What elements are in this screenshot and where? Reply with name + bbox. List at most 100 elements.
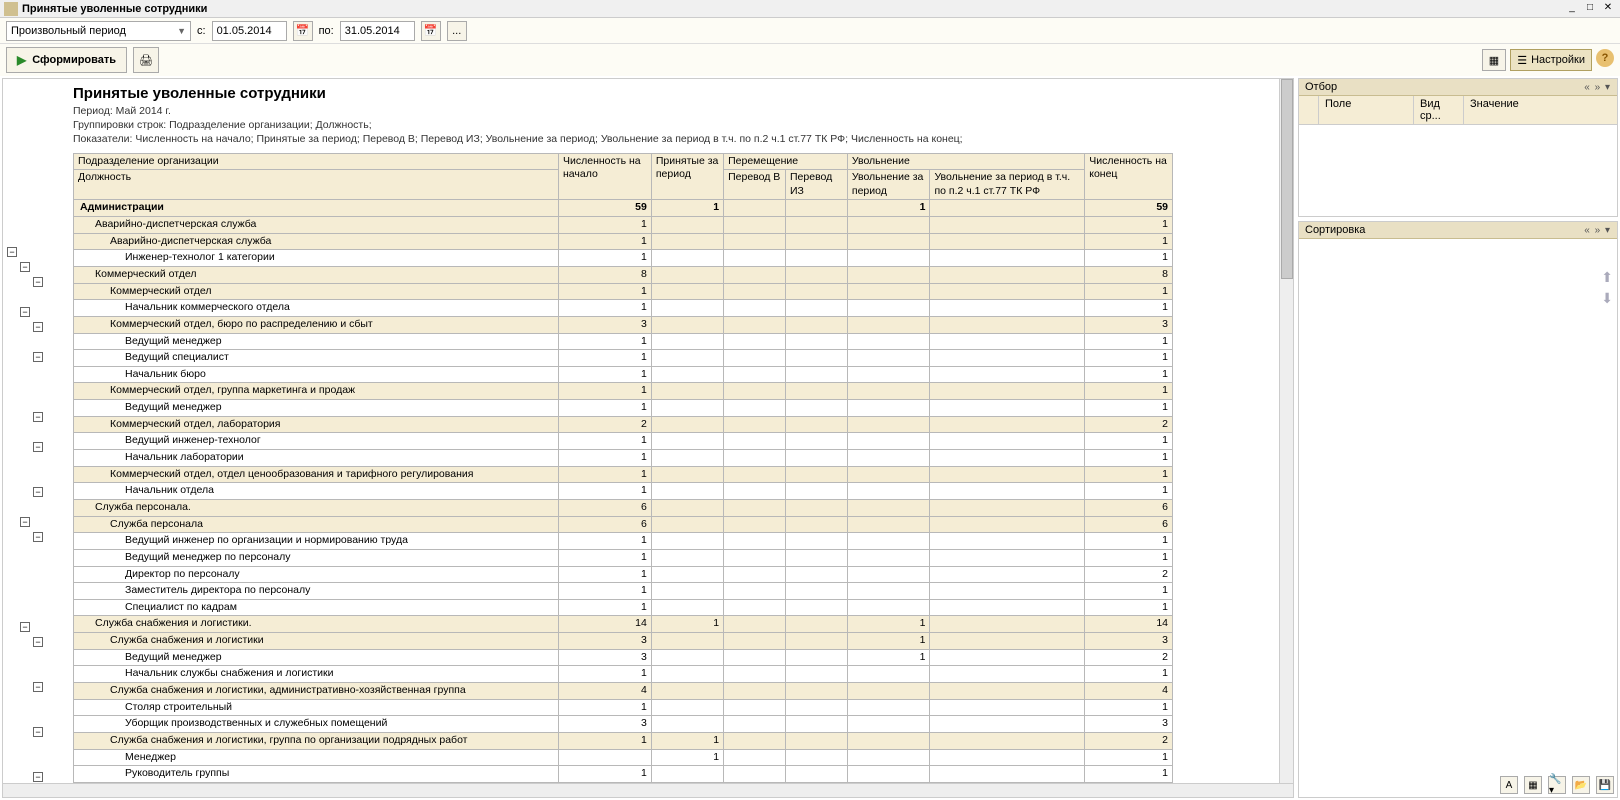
- filter-col-val[interactable]: Значение: [1464, 96, 1617, 124]
- save-button[interactable]: 💾: [1596, 776, 1614, 794]
- table-row[interactable]: Коммерческий отдел11: [74, 283, 1173, 300]
- tree-collapse-icon[interactable]: −: [20, 517, 30, 527]
- table-row[interactable]: Ведущий менеджер по персоналу11: [74, 549, 1173, 566]
- table-row[interactable]: Заместитель директора по персоналу11: [74, 583, 1173, 600]
- table-row[interactable]: Коммерческий отдел, отдел ценообразовани…: [74, 466, 1173, 483]
- layout-mode-button[interactable]: ▦: [1524, 776, 1542, 794]
- col-dis: Увольнение за период: [847, 170, 930, 200]
- table-row[interactable]: Начальник бюро11: [74, 366, 1173, 383]
- table-row[interactable]: Директор по персоналу12: [74, 566, 1173, 583]
- table-row[interactable]: Инженер-технолог 1 категории11: [74, 250, 1173, 267]
- generate-button[interactable]: ▶ Сформировать: [6, 47, 127, 73]
- date-from-calendar-button[interactable]: 📅: [293, 21, 313, 41]
- tree-collapse-icon[interactable]: −: [33, 442, 43, 452]
- table-row[interactable]: Уборщик производственных и служебных пом…: [74, 716, 1173, 733]
- tree-collapse-icon[interactable]: −: [33, 487, 43, 497]
- table-row[interactable]: Ведущий специалист11: [74, 350, 1173, 367]
- col-position: Должность: [74, 170, 559, 200]
- table-row[interactable]: Начальник лаборатории11: [74, 450, 1173, 467]
- tree-collapse-icon[interactable]: −: [33, 727, 43, 737]
- app-icon: [4, 2, 18, 16]
- table-row[interactable]: Ведущий менеджер11: [74, 400, 1173, 417]
- filter-col-field[interactable]: Поле: [1319, 96, 1414, 124]
- report-title: Принятые уволенные сотрудники: [73, 79, 1293, 104]
- table-row[interactable]: Специалист по кадрам11: [74, 599, 1173, 616]
- table-row[interactable]: Столяр строительный11: [74, 699, 1173, 716]
- config-button[interactable]: 🔧▾: [1548, 776, 1566, 794]
- maximize-button[interactable]: □: [1582, 2, 1598, 16]
- filter-col-cmp[interactable]: Вид ср...: [1414, 96, 1464, 124]
- report-period: Период: Май 2014 г.: [73, 104, 1293, 118]
- table-row[interactable]: Коммерческий отдел, лаборатория22: [74, 416, 1173, 433]
- table-row[interactable]: Аварийно-диспетчерская служба11: [74, 217, 1173, 234]
- col-tout: Перевод ИЗ: [786, 170, 848, 200]
- table-row[interactable]: Служба снабжения и логистики, группа по …: [74, 732, 1173, 749]
- layout-button[interactable]: ▦: [1482, 49, 1506, 71]
- table-row[interactable]: Менеджер11: [74, 749, 1173, 766]
- chevron-down-icon: ▼: [177, 26, 186, 36]
- period-picker-button[interactable]: ...: [447, 21, 467, 41]
- report-indicators: Показатели: Численность на начало; Приня…: [73, 132, 1293, 146]
- tree-collapse-icon[interactable]: −: [20, 262, 30, 272]
- table-row[interactable]: Служба снабжения и логистики, администра…: [74, 683, 1173, 700]
- help-button[interactable]: ?: [1596, 49, 1614, 67]
- report-area[interactable]: Принятые уволенные сотрудники Период: Ма…: [2, 78, 1294, 798]
- tree-collapse-icon[interactable]: −: [33, 352, 43, 362]
- table-row[interactable]: Начальник службы снабжения и логистики11: [74, 666, 1173, 683]
- font-button[interactable]: A: [1500, 776, 1518, 794]
- table-row[interactable]: Служба снабжения и логистики.141114: [74, 616, 1173, 633]
- vertical-scrollbar[interactable]: [1279, 79, 1293, 797]
- horizontal-scrollbar[interactable]: [3, 783, 1293, 797]
- table-row[interactable]: Коммерческий отдел88: [74, 267, 1173, 284]
- table-row[interactable]: Аварийно-диспетчерская служба11: [74, 233, 1173, 250]
- panel-expand-icon[interactable]: « » ▾: [1584, 225, 1611, 236]
- table-row[interactable]: Служба снабжения и логистики313: [74, 633, 1173, 650]
- table-row[interactable]: Ведущий инженер по организации и нормиро…: [74, 533, 1173, 550]
- date-from-input[interactable]: 01.05.2014: [212, 21, 287, 41]
- print-button[interactable]: 🖨: [133, 47, 159, 73]
- panel-expand-icon[interactable]: « » ▾: [1584, 82, 1611, 93]
- table-row[interactable]: Начальник отдела11: [74, 483, 1173, 500]
- filter-title: Отбор: [1305, 81, 1337, 93]
- table-row[interactable]: Коммерческий отдел, группа маркетинга и …: [74, 383, 1173, 400]
- col-hired: Принятые за период: [651, 153, 723, 200]
- tree-collapse-icon[interactable]: −: [33, 277, 43, 287]
- date-to-calendar-button[interactable]: 📅: [421, 21, 441, 41]
- sort-panel: Сортировка « » ▾ ⬆ ⬇: [1298, 221, 1618, 798]
- move-up-icon[interactable]: ⬆: [1601, 269, 1613, 286]
- col-tin: Перевод В: [724, 170, 786, 200]
- tree-collapse-icon[interactable]: −: [20, 307, 30, 317]
- date-to-input[interactable]: 31.05.2014: [340, 21, 415, 41]
- tree-collapse-icon[interactable]: −: [33, 322, 43, 332]
- table-row[interactable]: Начальник коммерческого отдела11: [74, 300, 1173, 317]
- table-row[interactable]: Коммерческий отдел, бюро по распределени…: [74, 316, 1173, 333]
- tree-collapse-icon[interactable]: −: [7, 247, 17, 257]
- tree-collapse-icon[interactable]: −: [20, 622, 30, 632]
- minimize-button[interactable]: _: [1564, 2, 1580, 16]
- printer-icon: 🖨: [139, 54, 153, 67]
- play-icon: ▶: [17, 53, 26, 67]
- table-row[interactable]: Служба персонала.66: [74, 499, 1173, 516]
- tree-collapse-icon[interactable]: −: [33, 772, 43, 782]
- table-row[interactable]: Руководитель группы11: [74, 766, 1173, 783]
- period-toolbar: Произвольный период ▼ с: 01.05.2014 📅 по…: [0, 18, 1620, 44]
- col-reloc: Перемещение: [724, 153, 848, 170]
- col-dismiss: Увольнение: [847, 153, 1084, 170]
- table-row[interactable]: Служба персонала66: [74, 516, 1173, 533]
- table-row[interactable]: Ведущий инженер-технолог11: [74, 433, 1173, 450]
- open-button[interactable]: 📂: [1572, 776, 1590, 794]
- table-row[interactable]: Ведущий менеджер11: [74, 333, 1173, 350]
- tree-collapse-icon[interactable]: −: [33, 637, 43, 647]
- table-row[interactable]: Ведущий менеджер312: [74, 649, 1173, 666]
- tree-collapse-icon[interactable]: −: [33, 682, 43, 692]
- move-down-icon[interactable]: ⬇: [1601, 290, 1613, 307]
- table-row[interactable]: Администрации591159: [74, 200, 1173, 217]
- period-mode-value: Произвольный период: [11, 25, 126, 37]
- period-mode-combo[interactable]: Произвольный период ▼: [6, 21, 191, 41]
- tree-collapse-icon[interactable]: −: [33, 532, 43, 542]
- close-button[interactable]: ✕: [1600, 2, 1616, 16]
- settings-button[interactable]: ☰ Настройки: [1510, 49, 1592, 71]
- col-end: Численность на конец: [1085, 153, 1173, 200]
- col-dis77: Увольнение за период в т.ч. по п.2 ч.1 с…: [930, 170, 1085, 200]
- tree-collapse-icon[interactable]: −: [33, 412, 43, 422]
